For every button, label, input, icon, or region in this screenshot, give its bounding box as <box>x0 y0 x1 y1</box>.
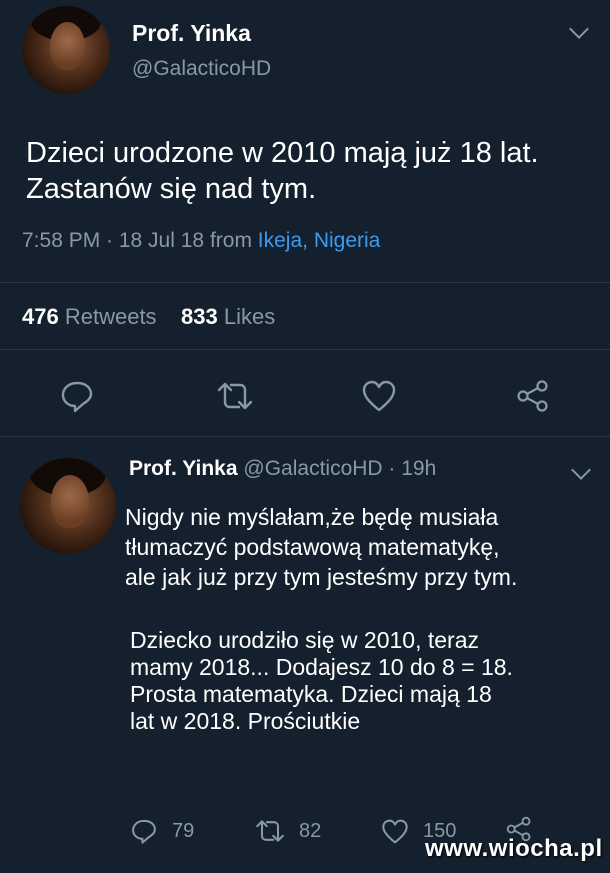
heart-icon[interactable] <box>361 379 397 413</box>
retweet-icon[interactable] <box>254 818 286 844</box>
reply-text: Dziecko urodziło się w 2010, teraz mamy … <box>130 627 605 735</box>
main-tweet: Prof. Yinka @GalacticoHD Dzieci urodzone… <box>0 0 610 436</box>
tweet-text-line: Dzieci urodzone w 2010 mają już 18 lat. <box>26 137 539 169</box>
share-icon[interactable] <box>515 378 551 414</box>
likes-label[interactable]: Likes <box>224 304 275 329</box>
tweet-text-line: Zastanów się nad tym. <box>26 173 317 205</box>
author-name[interactable]: Prof. Yinka <box>129 457 238 480</box>
reply-text: Nigdy nie myślałam,że będę musiała tłuma… <box>125 502 605 592</box>
retweet-icon[interactable] <box>215 380 255 412</box>
retweets-label[interactable]: Retweets <box>65 304 157 329</box>
reply-text-line: ale jak już przy tym jesteśmy przy tym. <box>125 564 518 590</box>
chevron-down-icon[interactable] <box>569 19 589 39</box>
location-link[interactable]: Ikeja, Nigeria <box>258 229 381 252</box>
timestamp: 7:58 PM · 18 Jul 18 <box>22 229 205 252</box>
avatar[interactable] <box>20 458 116 554</box>
likes-count[interactable]: 833 <box>181 304 218 329</box>
heart-icon[interactable] <box>381 818 409 845</box>
comment-icon[interactable] <box>130 817 158 845</box>
tweet-text: Dzieci urodzone w 2010 mają już 18 lat. … <box>26 135 596 207</box>
author-handle-time: @GalacticoHD · 19h <box>243 457 437 480</box>
retweets-count[interactable]: 476 <box>22 304 59 329</box>
divider <box>0 349 610 350</box>
reply-count: 79 <box>172 820 195 842</box>
chevron-down-icon[interactable] <box>571 460 591 480</box>
tweet-stats: 476 Retweets 833 Likes <box>22 304 275 330</box>
reply-text-line: tłumaczyć podstawową matematykę, <box>125 534 500 560</box>
reply-text-line: Dziecko urodziło się w 2010, teraz <box>130 627 479 653</box>
author-name[interactable]: Prof. Yinka <box>132 20 251 47</box>
comment-icon[interactable] <box>59 378 95 414</box>
from-label: from <box>209 229 252 252</box>
reply-text-line: Nigdy nie myślałam,że będę musiała <box>125 504 499 530</box>
reply-text-line: Prosta matematyka. Dzieci mają 18 <box>130 681 492 707</box>
divider <box>0 282 610 283</box>
retweet-count: 82 <box>299 820 322 842</box>
avatar[interactable] <box>22 6 110 94</box>
watermark: www.wiocha.pl <box>425 835 603 862</box>
divider <box>0 436 610 437</box>
reply-header: Prof. Yinka @GalacticoHD · 19h <box>129 457 436 481</box>
reply-text-line: mamy 2018... Dodajesz 10 do 8 = 18. <box>130 654 513 680</box>
author-handle[interactable]: @GalacticoHD <box>132 57 271 81</box>
tweet-meta: 7:58 PM · 18 Jul 18 from Ikeja, Nigeria <box>22 229 380 253</box>
reply-text-line: lat w 2018. Prościutkie <box>130 708 361 734</box>
